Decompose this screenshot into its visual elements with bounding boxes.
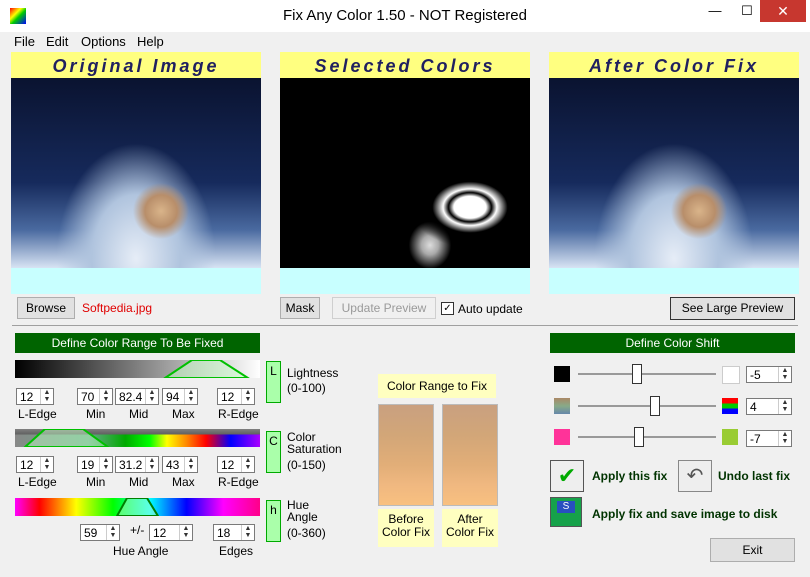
redge-label: R-Edge bbox=[218, 407, 259, 421]
shift-from-gray-swatch bbox=[554, 398, 570, 414]
lightness-mid-spinner[interactable]: 82.4 ▲ ▼ bbox=[115, 388, 159, 405]
min-label-2: Min bbox=[86, 475, 106, 489]
save-disk-icon[interactable]: S bbox=[550, 497, 582, 527]
hue-side-button[interactable]: h bbox=[266, 500, 281, 542]
after-fix-panel: After Color Fix bbox=[549, 52, 799, 294]
shift-value-2-spinner[interactable]: 4 ▲ ▼ bbox=[746, 398, 792, 415]
mid-label: Mid bbox=[129, 407, 149, 421]
saturation-side-button[interactable]: C bbox=[266, 431, 281, 473]
shift-slider-2-track bbox=[578, 405, 716, 407]
lightness-ledge-spinner[interactable]: 12 ▲ ▼ bbox=[16, 388, 54, 405]
shift-to-green-swatch bbox=[722, 429, 738, 445]
after-color-swatch bbox=[442, 404, 498, 506]
after-fix-image bbox=[549, 78, 799, 268]
minimize-button[interactable]: — bbox=[700, 0, 730, 22]
saturation-max-spinner[interactable]: 43 ▲ ▼ bbox=[162, 456, 198, 473]
lightness-range-label: (0-100) bbox=[287, 381, 326, 395]
hue-tolerance-spinner[interactable]: 12 ▲ ▼ bbox=[149, 524, 193, 541]
see-large-preview-button[interactable]: See Large Preview bbox=[670, 297, 795, 320]
saturation-label-2: Saturation bbox=[287, 442, 342, 456]
mid-label-2: Mid bbox=[129, 475, 149, 489]
original-image bbox=[11, 78, 261, 268]
saturation-ledge-spinner[interactable]: 12 ▲ ▼ bbox=[16, 456, 54, 473]
update-preview-button[interactable]: Update Preview bbox=[332, 297, 436, 319]
hue-gradient-slider[interactable] bbox=[15, 498, 260, 516]
shift-from-black-swatch bbox=[554, 366, 570, 382]
window-title: Fix Any Color 1.50 - NOT Registered bbox=[283, 7, 527, 24]
after-fix-footer bbox=[549, 268, 799, 294]
undo-fix-label[interactable]: Undo last fix bbox=[718, 469, 790, 483]
after-fix-header: After Color Fix bbox=[549, 52, 799, 78]
exit-button[interactable]: Exit bbox=[710, 538, 795, 562]
menu-file[interactable]: File bbox=[14, 34, 35, 49]
redge-label-2: R-Edge bbox=[218, 475, 259, 489]
selected-colors-panel: Selected Colors bbox=[280, 52, 530, 294]
define-range-header: Define Color Range To Be Fixed bbox=[15, 333, 260, 353]
hue-range-label: (0-360) bbox=[287, 526, 326, 540]
shift-value-1-spinner[interactable]: -5 ▲ ▼ bbox=[746, 366, 792, 383]
shift-to-white-swatch bbox=[722, 366, 740, 384]
saturation-mid-spinner[interactable]: 31.2 ▲ ▼ bbox=[115, 456, 159, 473]
saturation-gradient-slider[interactable] bbox=[15, 429, 260, 447]
color-range-title: Color Range to Fix bbox=[378, 374, 496, 398]
max-label: Max bbox=[172, 407, 195, 421]
shift-slider-2-thumb[interactable] bbox=[650, 396, 660, 416]
selected-colors-header: Selected Colors bbox=[280, 52, 530, 78]
menu-edit[interactable]: Edit bbox=[46, 34, 68, 49]
shift-slider-3-track bbox=[578, 436, 716, 438]
original-image-header: Original Image bbox=[11, 52, 261, 78]
after-color-fix-label: After Color Fix bbox=[442, 509, 498, 547]
mask-button[interactable]: Mask bbox=[280, 297, 320, 319]
shift-value-3-spinner[interactable]: -7 ▲ ▼ bbox=[746, 430, 792, 447]
close-button[interactable]: ✕ bbox=[760, 0, 806, 22]
original-image-panel: Original Image bbox=[11, 52, 261, 294]
max-label-2: Max bbox=[172, 475, 195, 489]
selected-colors-footer bbox=[280, 268, 530, 294]
hue-angle-label: Hue Angle bbox=[113, 544, 169, 558]
undo-icon[interactable]: ↶ bbox=[678, 460, 712, 492]
original-image-footer bbox=[11, 268, 261, 294]
shift-slider-1-thumb[interactable] bbox=[632, 364, 642, 384]
menu-help[interactable]: Help bbox=[137, 34, 164, 49]
min-label: Min bbox=[86, 407, 106, 421]
auto-update-label: Auto update bbox=[458, 302, 523, 316]
define-shift-header: Define Color Shift bbox=[550, 333, 795, 353]
hue-edges-spinner[interactable]: 18 ▲ ▼ bbox=[213, 524, 255, 541]
lightness-redge-spinner[interactable]: 12 ▲ ▼ bbox=[217, 388, 255, 405]
filename-label: Softpedia.jpg bbox=[82, 301, 153, 315]
lightness-min-spinner[interactable]: 70 ▲ ▼ bbox=[77, 388, 113, 405]
shift-slider-1-track bbox=[578, 373, 716, 375]
before-color-fix-label: Before Color Fix bbox=[378, 509, 434, 547]
shift-slider-3-thumb[interactable] bbox=[634, 427, 644, 447]
plus-minus-label: +/- bbox=[130, 523, 145, 537]
saturation-range-label: (0-150) bbox=[287, 458, 326, 472]
lightness-gradient-slider[interactable] bbox=[15, 360, 260, 378]
lightness-side-button[interactable]: L bbox=[266, 361, 281, 403]
browse-button[interactable]: Browse bbox=[17, 297, 75, 319]
checkmark-icon[interactable]: ✔ bbox=[550, 460, 584, 492]
ledge-label-2: L-Edge bbox=[18, 475, 57, 489]
saturation-redge-spinner[interactable]: 12 ▲ ▼ bbox=[217, 456, 255, 473]
maximize-button[interactable]: ☐ bbox=[732, 0, 762, 22]
divider bbox=[12, 325, 798, 326]
hue-label-2: Angle bbox=[287, 510, 318, 524]
before-color-swatch bbox=[378, 404, 434, 506]
ledge-label: L-Edge bbox=[18, 407, 57, 421]
selected-colors-mask bbox=[280, 78, 530, 268]
shift-to-rgb-swatch bbox=[722, 398, 738, 414]
saturation-min-spinner[interactable]: 19 ▲ ▼ bbox=[77, 456, 113, 473]
hue-angle-spinner[interactable]: 59 ▲ ▼ bbox=[80, 524, 120, 541]
apply-fix-label[interactable]: Apply this fix bbox=[592, 469, 667, 483]
auto-update-checkbox[interactable]: ✓ bbox=[441, 302, 454, 315]
apply-save-label[interactable]: Apply fix and save image to disk bbox=[592, 507, 777, 521]
lightness-label: Lightness bbox=[287, 366, 339, 380]
lightness-max-spinner[interactable]: 94 ▲ ▼ bbox=[162, 388, 198, 405]
edges-label: Edges bbox=[219, 544, 254, 558]
menu-options[interactable]: Options bbox=[81, 34, 126, 49]
shift-from-pink-swatch bbox=[554, 429, 570, 445]
